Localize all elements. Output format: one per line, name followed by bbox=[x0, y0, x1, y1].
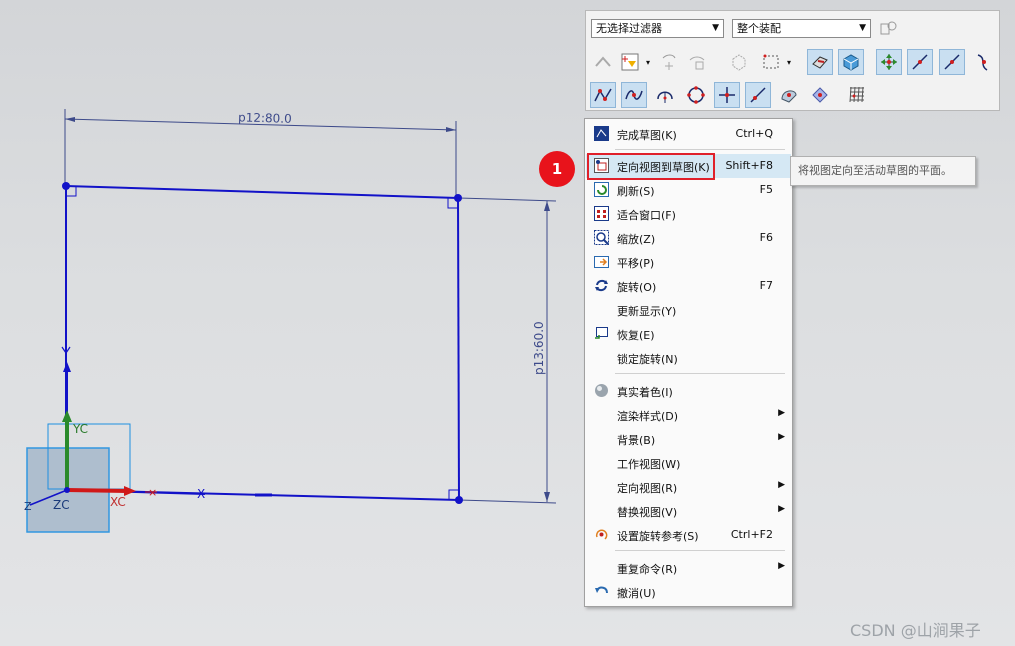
submenu-arrow-icon: ▶ bbox=[778, 561, 785, 571]
feature-curve-icon[interactable] bbox=[684, 49, 710, 75]
snap-line-end-icon[interactable] bbox=[907, 49, 933, 75]
menu-item-rotate[interactable]: 旋转(O) F7 bbox=[586, 274, 791, 298]
x-axis-label: X bbox=[197, 487, 205, 501]
vertical-dimension-label: p13:60.0 bbox=[532, 321, 546, 375]
watermark: CSDN @山涧果子 bbox=[850, 621, 981, 640]
selection-scope-value: 整个装配 bbox=[737, 22, 781, 35]
menu-item-work-view[interactable]: 工作视图(W) bbox=[586, 451, 791, 475]
highlight-box bbox=[587, 153, 715, 180]
selection-filter-icon[interactable] bbox=[617, 49, 643, 75]
sketch-vertex[interactable] bbox=[455, 496, 463, 504]
general-selection-icon[interactable] bbox=[590, 49, 616, 75]
menu-item-render-style[interactable]: 渲染样式(D) ▶ bbox=[586, 403, 791, 427]
refresh-icon bbox=[594, 182, 609, 197]
rotate-icon bbox=[594, 278, 609, 293]
menu-separator bbox=[615, 149, 785, 150]
rotate-reference-icon bbox=[594, 527, 609, 542]
snap-control-point-icon[interactable] bbox=[590, 82, 616, 108]
chevron-down-icon[interactable]: ▾ bbox=[643, 49, 653, 75]
selection-scope-dropdown[interactable]: 整个装配 ▼ bbox=[732, 19, 871, 38]
shaded-edges-icon[interactable] bbox=[807, 49, 833, 75]
submenu-arrow-icon: ▶ bbox=[778, 480, 785, 490]
restore-icon bbox=[594, 326, 609, 341]
coordinate-triad: X YC XC × ZC Z bbox=[24, 362, 205, 533]
sketch-vertex[interactable] bbox=[62, 182, 70, 190]
menu-separator bbox=[615, 373, 785, 374]
snap-endpoint-icon[interactable] bbox=[876, 49, 902, 75]
horizontal-dimension-label: p12:80.0 bbox=[238, 110, 292, 125]
snap-arc-center-icon[interactable] bbox=[652, 82, 678, 108]
body-select-icon[interactable] bbox=[726, 49, 752, 75]
snap-spline-icon[interactable] bbox=[621, 82, 647, 108]
menu-item-pan[interactable]: 平移(P) bbox=[586, 250, 791, 274]
menu-item-restore[interactable]: 恢复(E) bbox=[586, 322, 791, 346]
svg-text:×: × bbox=[148, 486, 157, 499]
zoom-icon bbox=[594, 230, 609, 245]
submenu-arrow-icon: ▶ bbox=[778, 408, 785, 418]
menu-item-replace-view[interactable]: 替换视图(V) ▶ bbox=[586, 499, 791, 523]
type-filter-dropdown[interactable]: 无选择过滤器 ▼ bbox=[591, 19, 724, 38]
chevron-down-icon: ▼ bbox=[859, 23, 866, 33]
menu-item-background[interactable]: 背景(B) ▶ bbox=[586, 427, 791, 451]
snap-bounded-grid-icon[interactable] bbox=[807, 82, 833, 108]
menu-separator bbox=[615, 550, 785, 551]
rectangle-select-icon[interactable] bbox=[758, 49, 784, 75]
chevron-down-icon[interactable]: ▾ bbox=[784, 49, 794, 75]
menu-item-finish-sketch[interactable]: 完成草图(K) Ctrl+Q bbox=[586, 122, 791, 146]
type-filter-value: 无选择过滤器 bbox=[596, 22, 662, 35]
snap-midpoint-icon[interactable] bbox=[939, 49, 965, 75]
z-axis-label: Z bbox=[24, 500, 32, 513]
pan-icon bbox=[594, 254, 609, 269]
sketch-rectangle[interactable] bbox=[65, 185, 460, 501]
horizontal-dimension[interactable]: p12:80.0 bbox=[64, 109, 457, 198]
menu-item-repeat-command[interactable]: 重复命令(R) ▶ bbox=[586, 556, 791, 580]
selection-toolbar: 无选择过滤器 ▼ 整个装配 ▼ ▾ ▾ bbox=[585, 10, 1000, 111]
yc-axis-label: YC bbox=[72, 422, 88, 436]
menu-item-zoom[interactable]: 缩放(Z) F6 bbox=[586, 226, 791, 250]
menu-item-orient-view[interactable]: 定向视图(R) ▶ bbox=[586, 475, 791, 499]
step-callout: 1 bbox=[539, 151, 575, 187]
view-context-menu: 完成草图(K) Ctrl+Q 定向视图到草图(K) Shift+F8 刷新(S)… bbox=[584, 118, 793, 607]
chevron-down-icon: ▼ bbox=[712, 23, 719, 33]
snap-curve-icon[interactable] bbox=[970, 49, 996, 75]
grid-icon[interactable] bbox=[844, 82, 870, 108]
snap-point-on-face-icon[interactable] bbox=[776, 82, 802, 108]
zc-axis-label: ZC bbox=[53, 498, 70, 512]
finish-sketch-icon bbox=[594, 126, 609, 141]
true-shading-icon bbox=[594, 383, 609, 398]
assembly-filter-icon[interactable] bbox=[876, 15, 902, 41]
undo-icon bbox=[594, 584, 609, 599]
snap-point-on-curve-icon[interactable] bbox=[745, 82, 771, 108]
menu-item-true-shading[interactable]: 真实着色(I) bbox=[586, 379, 791, 403]
submenu-arrow-icon: ▶ bbox=[778, 504, 785, 514]
menu-item-update-display[interactable]: 更新显示(Y) bbox=[586, 298, 791, 322]
snap-intersection-icon[interactable] bbox=[714, 82, 740, 108]
xc-axis-label: XC bbox=[110, 495, 126, 509]
snap-circle-icon[interactable] bbox=[683, 82, 709, 108]
menu-item-lock-rotation[interactable]: 锁定旋转(N) bbox=[586, 346, 791, 370]
menu-item-set-rotation-reference[interactable]: 设置旋转参考(S) Ctrl+F2 bbox=[586, 523, 791, 547]
sketch-vertex[interactable] bbox=[454, 194, 462, 202]
menu-item-refresh[interactable]: 刷新(S) F5 bbox=[586, 178, 791, 202]
tooltip: 将视图定向至活动草图的平面。 bbox=[790, 156, 976, 186]
vertical-dimension[interactable]: p13:60.0 bbox=[458, 197, 557, 504]
shaded-view-icon[interactable] bbox=[838, 49, 864, 75]
fit-window-icon bbox=[594, 206, 609, 221]
snap-point-icon[interactable] bbox=[656, 49, 682, 75]
menu-item-fit-window[interactable]: 适合窗口(F) bbox=[586, 202, 791, 226]
menu-item-undo[interactable]: 撤消(U) bbox=[586, 580, 791, 604]
submenu-arrow-icon: ▶ bbox=[778, 432, 785, 442]
